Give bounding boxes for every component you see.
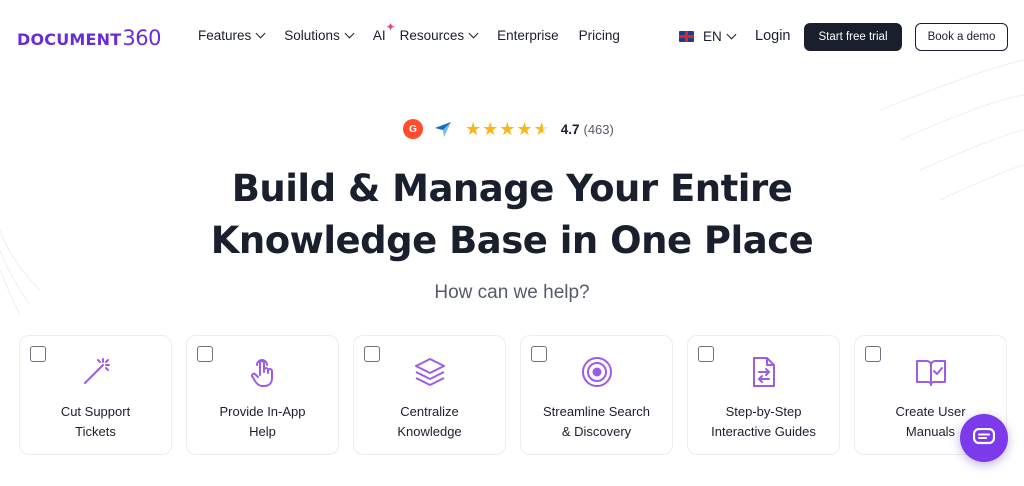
- chat-widget-button[interactable]: [960, 414, 1008, 462]
- chevron-down-icon: [726, 29, 737, 40]
- nav-label-features: Features: [198, 28, 252, 43]
- nav-item-enterprise[interactable]: Enterprise: [497, 28, 559, 43]
- logo-number: 360: [122, 26, 161, 50]
- hero-subtitle: How can we help?: [434, 282, 590, 303]
- option-card-cut-support-tickets[interactable]: Cut Support Tickets: [19, 335, 172, 455]
- nav-item-pricing[interactable]: Pricing: [579, 28, 620, 43]
- chevron-down-icon: [468, 28, 479, 39]
- option-card-centralize-knowledge[interactable]: Centralize Knowledge: [353, 335, 506, 455]
- star-icon: ★: [516, 119, 533, 139]
- logo-word: DOCUMENT: [17, 30, 122, 49]
- start-free-trial-button[interactable]: Start free trial: [804, 23, 902, 51]
- star-icon: ★: [499, 119, 516, 139]
- option-label: Cut Support Tickets: [20, 402, 171, 442]
- star-icon: ★: [465, 119, 482, 139]
- chat-bubble-icon: [973, 428, 995, 445]
- sparkle-icon: ✦: [385, 20, 396, 34]
- option-checkbox[interactable]: [698, 346, 714, 362]
- star-icon: ★: [482, 119, 499, 139]
- nav-item-resources[interactable]: Resources: [399, 28, 479, 43]
- login-link[interactable]: Login: [755, 28, 790, 44]
- capterra-logo-icon: [435, 122, 451, 137]
- uk-flag-icon: [679, 31, 694, 42]
- option-label-line-2: Help: [249, 424, 276, 439]
- option-label-line-1: Streamline Search: [543, 404, 650, 419]
- option-card-interactive-guides[interactable]: Step-by-Step Interactive Guides: [687, 335, 840, 455]
- nav-item-ai[interactable]: AI ✦: [372, 20, 396, 43]
- option-checkbox[interactable]: [197, 346, 213, 362]
- option-label-line-1: Cut Support: [60, 404, 131, 419]
- option-label: Step-by-Step Interactive Guides: [688, 402, 839, 442]
- pointer-hand-icon: [250, 359, 273, 387]
- language-selector[interactable]: EN: [679, 29, 737, 44]
- nav-label-solutions: Solutions: [284, 28, 340, 43]
- chevron-down-icon: [344, 28, 355, 39]
- rating-score: 4.7: [560, 121, 580, 137]
- option-card-streamline-search[interactable]: Streamline Search & Discovery: [520, 335, 673, 455]
- half-star-icon: ★: [533, 119, 550, 139]
- main-nav: Features Solutions AI ✦ Resources Enterp…: [198, 20, 640, 43]
- option-label-line-2: Manuals: [905, 424, 956, 439]
- target-icon: [581, 357, 612, 387]
- document360-logo[interactable]: DOCUMENT 360: [17, 26, 161, 50]
- g2-logo-icon: G: [403, 119, 423, 139]
- option-checkbox[interactable]: [531, 346, 547, 362]
- option-label-line-1: Centralize: [400, 404, 459, 419]
- option-card-provide-in-app-help[interactable]: Provide In-App Help: [186, 335, 339, 455]
- nav-label-pricing: Pricing: [578, 28, 620, 43]
- hero-title-line-1: Build & Manage Your Entire: [231, 167, 793, 210]
- chevron-down-icon: [255, 28, 266, 39]
- nav-item-solutions[interactable]: Solutions: [284, 28, 355, 43]
- book-demo-button[interactable]: Book a demo: [915, 23, 1008, 51]
- option-checkbox[interactable]: [30, 346, 46, 362]
- hero-title-line-2: Knowledge Base in One Place: [210, 219, 814, 262]
- top-navigation-bar: DOCUMENT 360 Features Solutions AI ✦ Res…: [0, 0, 1024, 74]
- nav-label-ai: AI: [372, 28, 386, 43]
- rating-count: (463): [583, 121, 614, 137]
- option-label-line-2: Tickets: [75, 424, 116, 439]
- option-label-line-2: Interactive Guides: [711, 424, 816, 439]
- book-check-icon: [915, 360, 946, 386]
- option-label: Provide In-App Help: [187, 402, 338, 442]
- option-label: Centralize Knowledge: [354, 402, 505, 442]
- star-rating: ★ ★ ★ ★ ★: [465, 119, 551, 139]
- nav-item-features[interactable]: Features: [198, 28, 266, 43]
- language-label: EN: [703, 29, 722, 44]
- option-checkbox[interactable]: [364, 346, 380, 362]
- option-label-line-1: Create User: [895, 404, 966, 419]
- option-label-line-2: Knowledge: [397, 424, 462, 439]
- option-label-line-1: Provide In-App: [219, 404, 306, 419]
- layers-icon: [414, 358, 445, 386]
- option-label: Streamline Search & Discovery: [521, 402, 672, 442]
- document-steps-icon: [752, 357, 775, 387]
- option-label-line-2: & Discovery: [561, 424, 632, 439]
- nav-label-enterprise: Enterprise: [497, 28, 559, 43]
- option-checkbox[interactable]: [865, 346, 881, 362]
- hero-title: Build & Manage Your Entire Knowledge Bas…: [0, 163, 1024, 267]
- magic-wand-icon: [83, 358, 110, 384]
- option-label-line-1: Step-by-Step: [725, 404, 802, 419]
- nav-label-resources: Resources: [399, 28, 465, 43]
- help-options: Cut Support Tickets Provide In-App Help …: [19, 335, 1007, 455]
- rating-bar: G ★ ★ ★ ★ ★ 4.7 (463): [403, 119, 614, 139]
